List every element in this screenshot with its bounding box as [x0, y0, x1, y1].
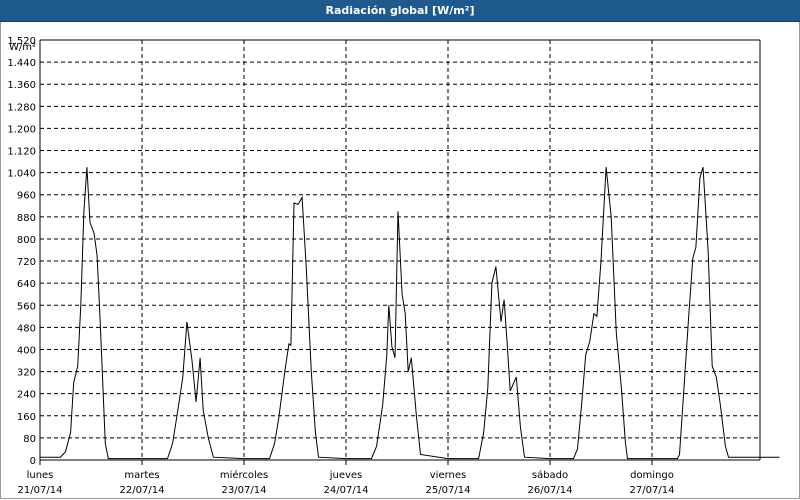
- x-tick-day: domingo: [630, 470, 674, 481]
- x-tick-day: viernes: [430, 470, 466, 481]
- y-tick-label: 1.200: [7, 124, 36, 135]
- y-tick-label: 1.360: [7, 80, 36, 91]
- y-tick-label: 0: [30, 456, 36, 467]
- x-tick-day: martes: [124, 470, 159, 481]
- x-tick-date: 27/07/14: [630, 485, 675, 496]
- series-line: [40, 166, 780, 460]
- x-tick-date: 24/07/14: [324, 485, 369, 496]
- x-tick-date: 21/07/14: [18, 485, 63, 496]
- y-tick-label: 320: [17, 368, 36, 379]
- x-tick-day: miércoles: [220, 469, 268, 481]
- series-group: [40, 166, 780, 460]
- y-tick-label: 160: [17, 412, 36, 423]
- x-tick-date: 23/07/14: [222, 485, 267, 496]
- y-tick-label: 720: [17, 257, 36, 268]
- x-tick-date: 26/07/14: [528, 485, 573, 496]
- y-tick-label: 560: [17, 301, 36, 312]
- y-tick-label: 80: [23, 434, 36, 445]
- y-tick-label: 880: [17, 213, 36, 224]
- x-tick-day: lunes: [27, 470, 54, 481]
- chart-svg: 1.5201.4401.3601.2801.2001.1201.04096088…: [7, 36, 780, 496]
- y-tick-label: 1.280: [7, 102, 36, 113]
- y-tick-labels: 1.5201.4401.3601.2801.2001.1201.04096088…: [7, 36, 36, 467]
- x-tick-labels: lunes 21/07/14 martes 22/07/14 miércoles 23/0…: [18, 469, 675, 496]
- y-tick-label: 240: [17, 390, 36, 401]
- x-tick-date: 25/07/14: [426, 485, 471, 496]
- y-tick-label: 1.040: [7, 169, 36, 180]
- y-tick-label: 800: [17, 235, 36, 246]
- y-tick-label: 640: [17, 279, 36, 290]
- x-tick-day: jueves: [329, 470, 363, 481]
- y-tick-label: 960: [17, 191, 36, 202]
- y-tick-label: 400: [17, 345, 36, 356]
- y-tick-label: 480: [17, 323, 36, 334]
- x-tick-day: sábado: [532, 469, 568, 481]
- y-tick-label: 1.440: [7, 58, 36, 69]
- y-tick-label: 1.120: [7, 147, 36, 158]
- x-tick-date: 22/07/14: [120, 485, 165, 496]
- y-axis-unit: W/m²: [9, 42, 36, 53]
